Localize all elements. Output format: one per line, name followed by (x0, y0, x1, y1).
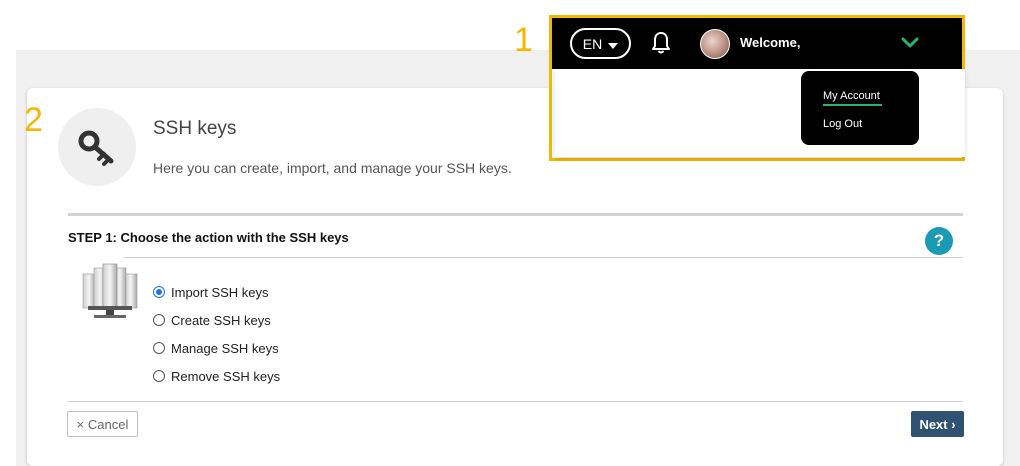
option-label: Import SSH keys (171, 284, 269, 300)
servers-icon (80, 262, 140, 325)
radio-create[interactable] (153, 314, 165, 326)
cancel-button[interactable]: × Cancel (67, 411, 138, 437)
menu-active-underline (823, 104, 882, 106)
page-title: SSH keys (153, 118, 237, 139)
caret-down-icon (608, 36, 619, 52)
footer-divider (68, 401, 963, 402)
option-import-ssh-keys[interactable]: Import SSH keys (153, 278, 280, 306)
radio-remove[interactable] (153, 370, 165, 382)
option-label: Manage SSH keys (171, 340, 279, 356)
language-value: EN (582, 35, 603, 52)
option-label: Create SSH keys (171, 312, 271, 328)
welcome-text: Welcome, (740, 35, 801, 50)
option-label: Remove SSH keys (171, 368, 281, 384)
next-button[interactable]: Next › (911, 411, 964, 437)
key-icon (58, 108, 136, 186)
callout-1: 1 (514, 21, 533, 59)
page-description: Here you can create, import, and manage … (153, 160, 512, 176)
callout-2: 2 (24, 101, 43, 139)
account-menu: My Account Log Out (801, 71, 919, 145)
option-manage-ssh-keys[interactable]: Manage SSH keys (153, 334, 280, 362)
option-create-ssh-keys[interactable]: Create SSH keys (153, 306, 280, 334)
radio-manage[interactable] (153, 342, 165, 354)
language-selector[interactable]: EN (570, 28, 631, 59)
step-divider-top (68, 213, 963, 216)
step-divider (124, 257, 963, 258)
radio-import[interactable] (153, 286, 165, 298)
avatar[interactable] (700, 29, 730, 59)
menu-item-log-out[interactable]: Log Out (823, 118, 862, 130)
ssh-action-options: Import SSH keys Create SSH keys Manage S… (153, 278, 280, 390)
header-highlight: EN Welcome, My Account Log Out (549, 15, 965, 161)
menu-item-my-account[interactable]: My Account (823, 90, 880, 102)
help-button[interactable]: ? (925, 227, 953, 255)
option-remove-ssh-keys[interactable]: Remove SSH keys (153, 362, 280, 390)
top-bar: EN Welcome, (552, 18, 962, 69)
bell-icon[interactable] (651, 31, 671, 60)
step-label: STEP 1: Choose the action with the SSH k… (68, 230, 349, 245)
chevron-down-icon[interactable] (901, 36, 919, 54)
